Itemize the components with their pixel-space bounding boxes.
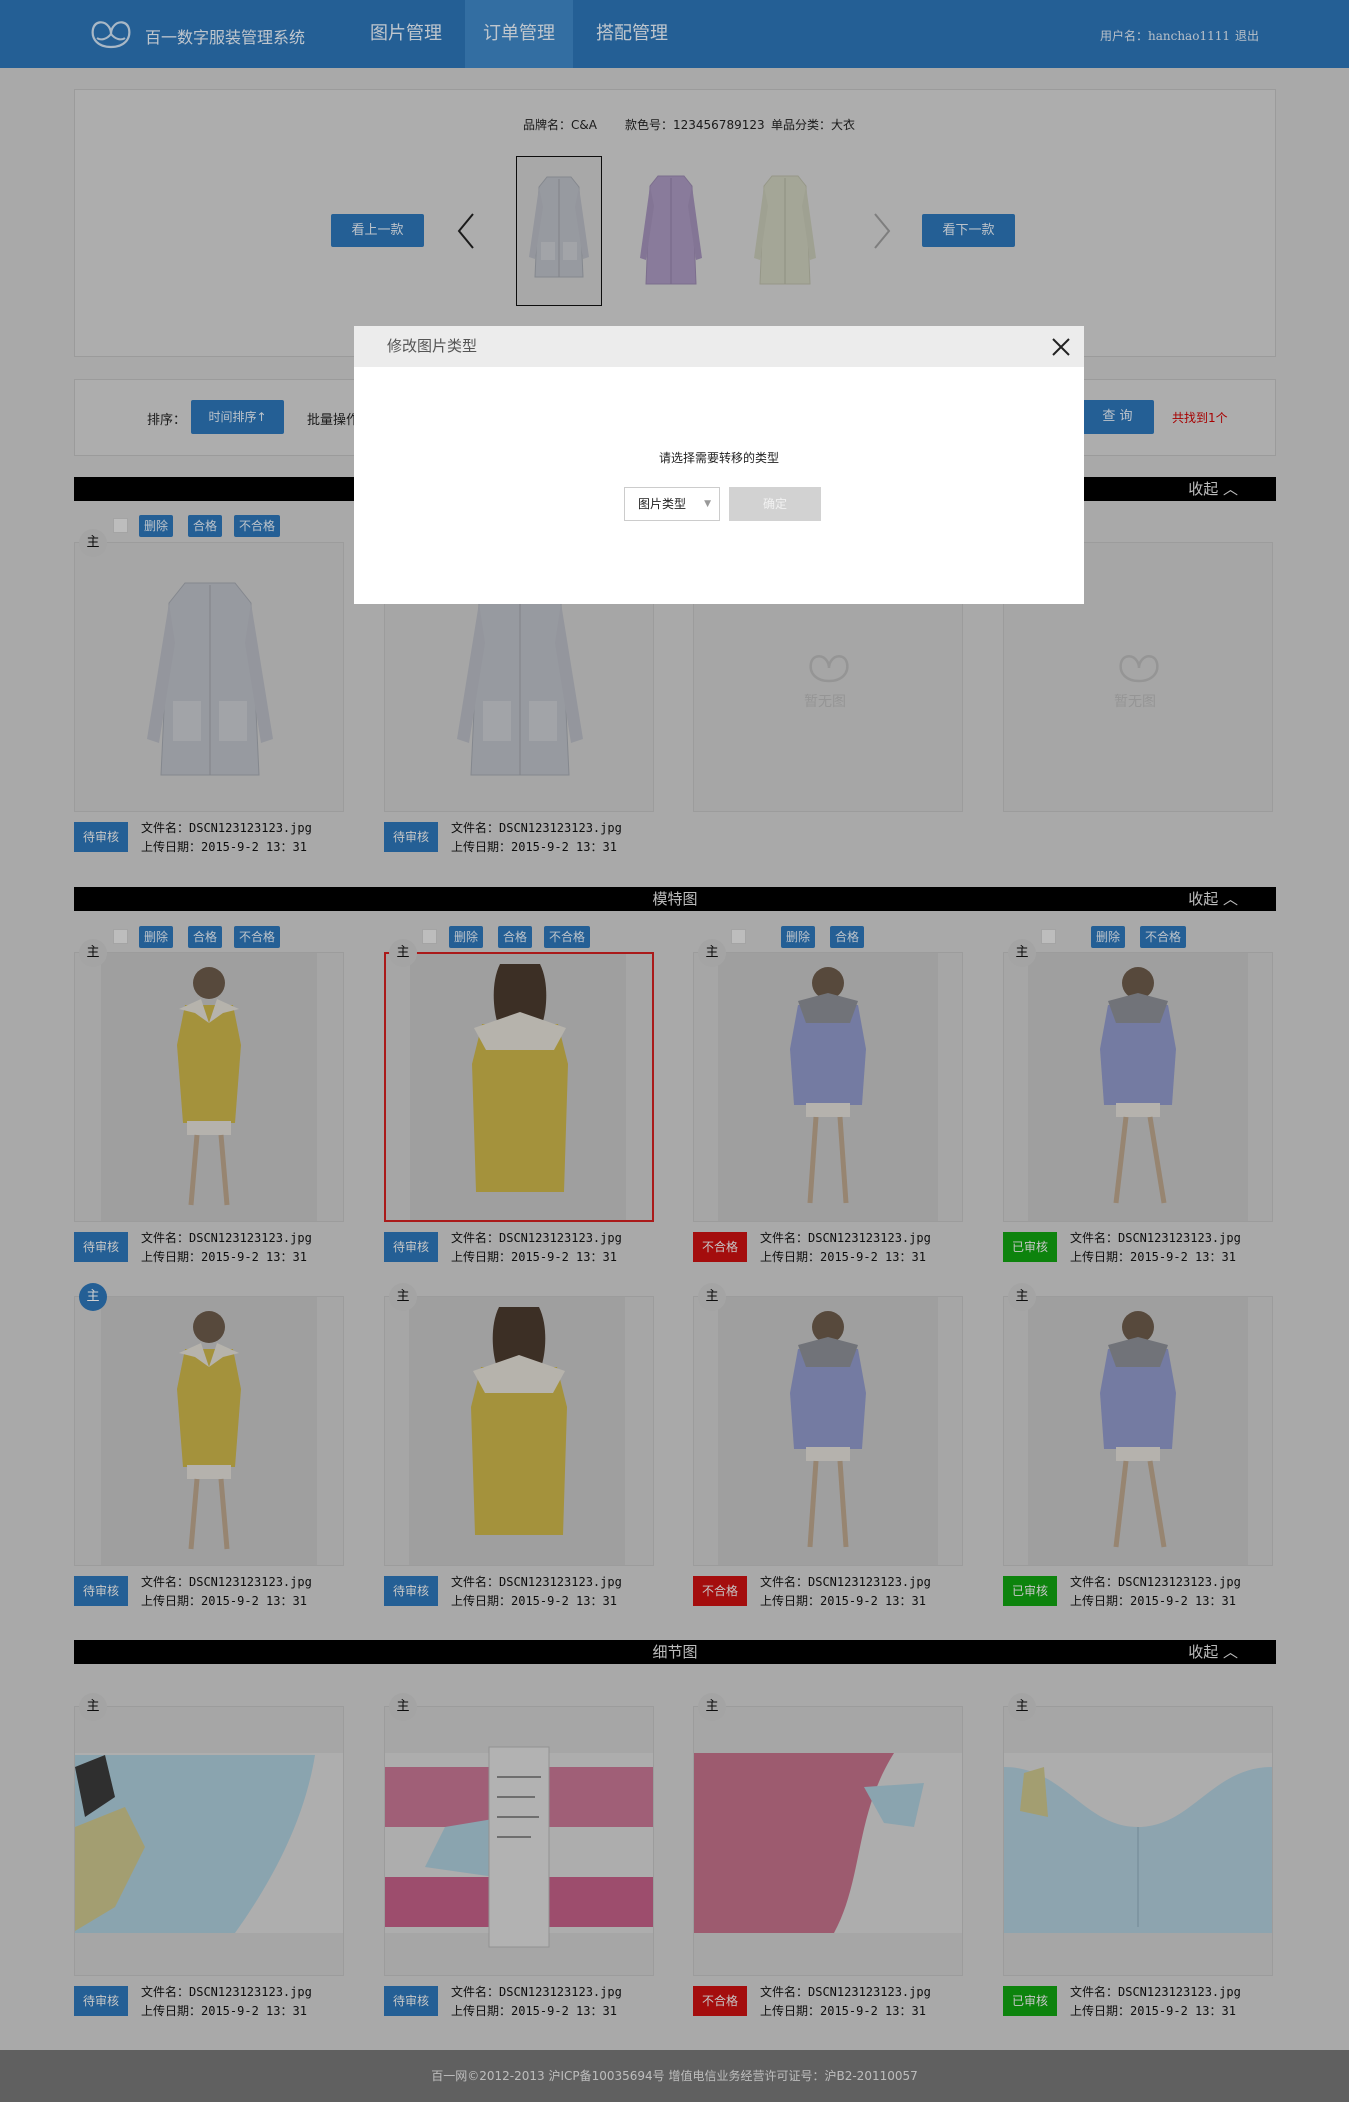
dropdown-arrow-icon: ▼ bbox=[704, 499, 711, 509]
image-type-select[interactable]: 图片类型 ▼ bbox=[624, 487, 720, 521]
image-type-select-value: 图片类型 bbox=[638, 497, 687, 511]
modal-overlay bbox=[0, 0, 1349, 2102]
modal-prompt: 请选择需要转移的类型 bbox=[658, 451, 779, 465]
close-icon[interactable] bbox=[1051, 337, 1071, 357]
modal-header: 修改图片类型 bbox=[354, 326, 1084, 367]
confirm-button[interactable]: 确定 bbox=[729, 487, 821, 521]
change-image-type-modal: 修改图片类型 请选择需要转移的类型 图片类型 ▼ 确定 bbox=[354, 326, 1084, 604]
modal-title: 修改图片类型 bbox=[387, 337, 478, 355]
